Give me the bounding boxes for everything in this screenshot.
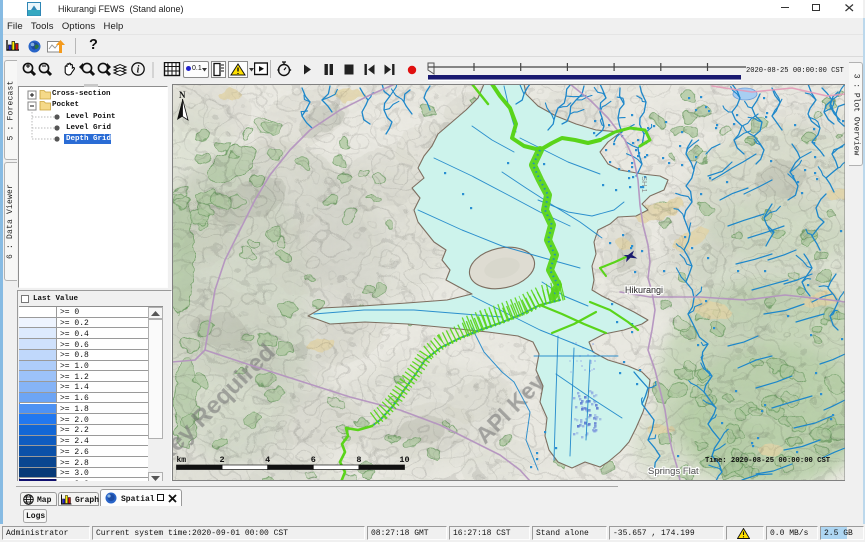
svg-text:i: i	[137, 65, 140, 76]
svg-text:10: 10	[399, 455, 409, 465]
svg-text:Time: 2020-08-25 00:00:00 CST: Time: 2020-08-25 00:00:00 CST	[705, 457, 831, 465]
svg-text:6: 6	[310, 455, 315, 465]
svg-text:4: 4	[265, 455, 270, 465]
svg-text:Springs Flat: Springs Flat	[648, 466, 699, 477]
svg-text:SH 1: SH 1	[640, 176, 649, 193]
svg-text:km: km	[176, 456, 186, 465]
svg-text:2: 2	[219, 455, 224, 465]
svg-text:Hikurangi: Hikurangi	[625, 285, 663, 295]
svg-text:8: 8	[356, 455, 361, 465]
svg-text:N: N	[179, 90, 186, 100]
